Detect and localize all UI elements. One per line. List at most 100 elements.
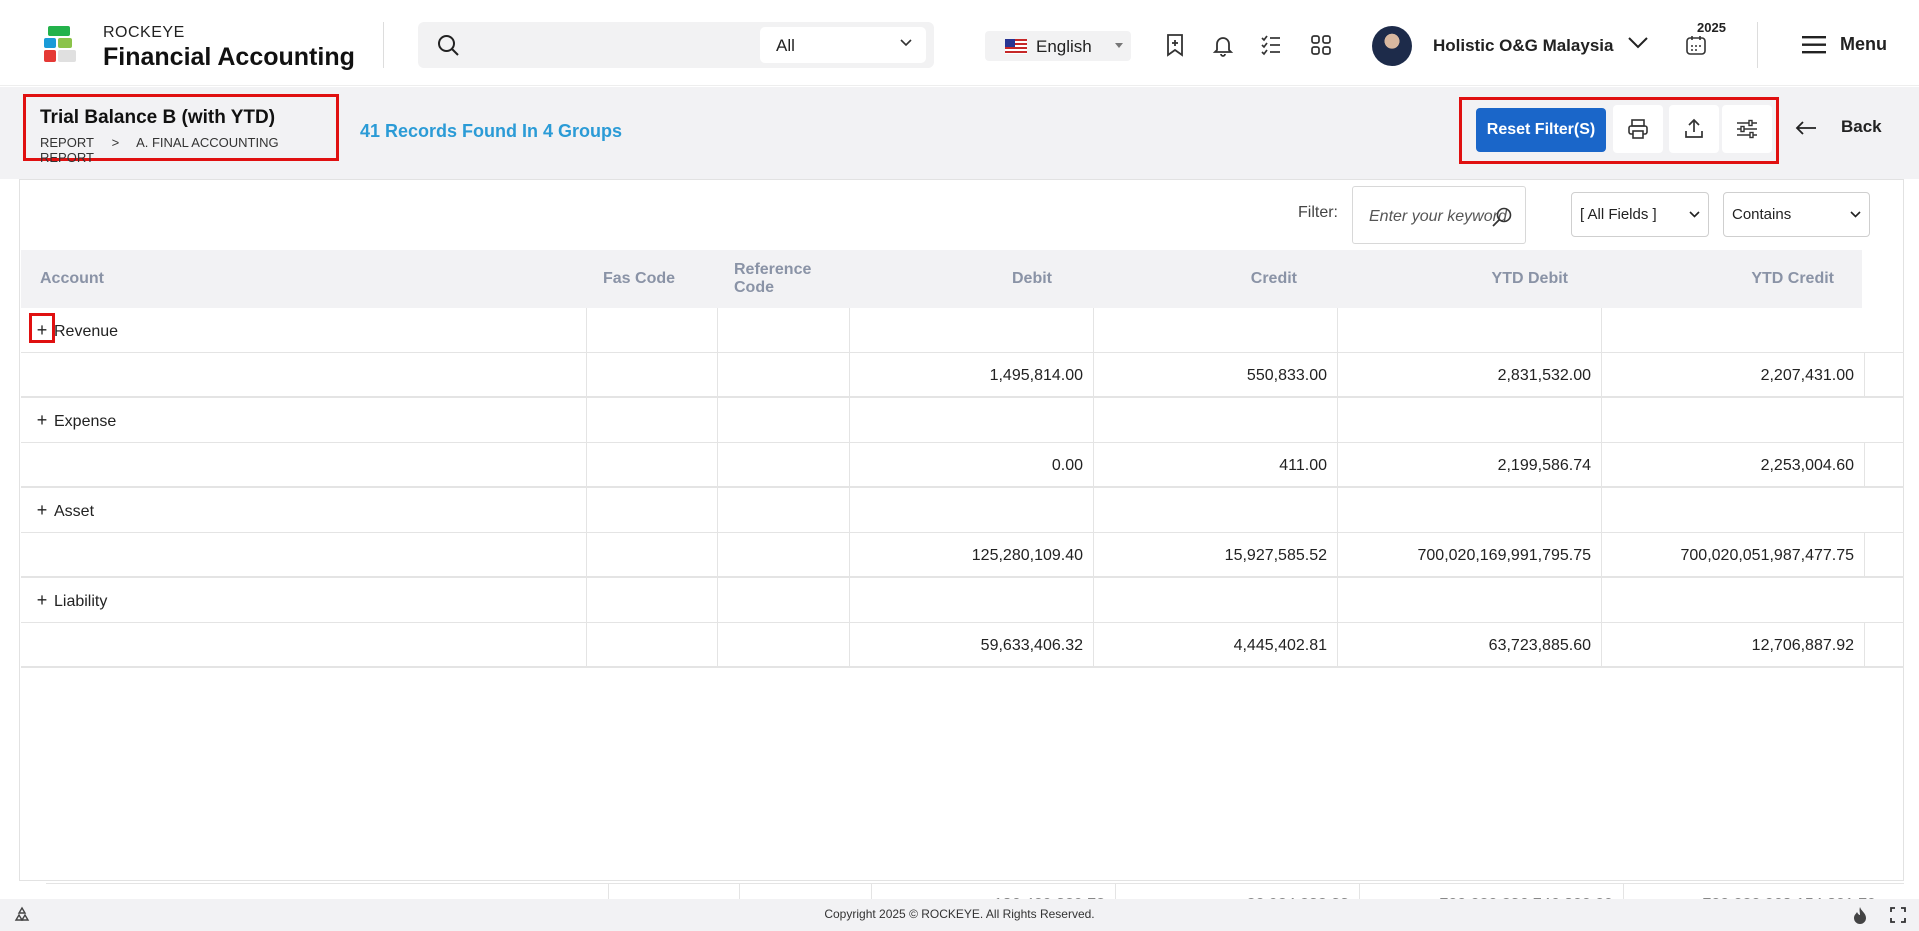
group-total-row: 1,495,814.00 550,833.00 2,831,532.00 2,2… — [21, 353, 1904, 398]
ytd-debit-total: 63,723,885.60 — [1337, 623, 1601, 668]
cell — [717, 443, 849, 488]
group-row-revenue[interactable]: + Revenue — [21, 308, 1904, 353]
search-icon[interactable] — [436, 33, 460, 57]
language-select[interactable]: English — [985, 31, 1131, 61]
ytd-credit-total: 700,020,051,987,477.75 — [1601, 533, 1864, 578]
cell — [1864, 533, 1904, 578]
us-flag-icon — [1005, 39, 1027, 54]
footer: Copyright 2025 © ROCKEYE. All Rights Res… — [0, 899, 1919, 931]
breadcrumb: REPORT > A. FINAL ACCOUNTING REPORT — [40, 135, 336, 165]
breadcrumb-item-report[interactable]: REPORT — [40, 135, 94, 150]
cell — [586, 533, 717, 578]
cell — [1093, 398, 1337, 443]
cell — [1601, 398, 1904, 443]
brand-subtitle: ROCKEYE — [103, 24, 185, 41]
column-header-debit[interactable]: Debit — [781, 250, 1052, 308]
company-name[interactable]: Holistic O&G Malaysia — [1433, 36, 1613, 56]
cell — [849, 308, 1093, 353]
user-avatar[interactable] — [1372, 26, 1412, 66]
cell — [586, 623, 717, 668]
records-count: 41 Records Found In 4 Groups — [360, 121, 623, 141]
keyword-input[interactable]: Enter your keyword — [1352, 186, 1526, 244]
cell — [586, 443, 717, 488]
language-label: English — [1036, 37, 1092, 56]
export-button[interactable] — [1669, 105, 1719, 153]
group-row-expense[interactable]: + Expense — [21, 398, 1904, 443]
group-name: Liability — [54, 593, 108, 610]
cell — [1337, 488, 1601, 533]
bookmark-add-icon[interactable] — [1163, 33, 1187, 57]
expand-highlight — [29, 313, 55, 343]
search-icon[interactable] — [1491, 206, 1513, 228]
field-select[interactable]: [ All Fields ] — [1571, 192, 1709, 237]
column-header-fas-code[interactable]: Fas Code — [603, 250, 713, 308]
expand-icon[interactable]: + — [35, 590, 49, 611]
debit-total: 125,280,109.40 — [849, 533, 1093, 578]
search-scope-value: All — [776, 36, 795, 55]
expand-icon[interactable]: + — [35, 410, 49, 431]
apps-grid-icon[interactable] — [1309, 33, 1333, 57]
cell — [586, 398, 717, 443]
cell — [849, 488, 1093, 533]
group-label: + Asset — [35, 500, 94, 521]
fullscreen-icon[interactable] — [1889, 906, 1907, 924]
ytd-debit-total: 2,831,532.00 — [1337, 353, 1601, 398]
group-name: Revenue — [54, 323, 119, 340]
chevron-down-icon — [1850, 211, 1861, 218]
filter-label: Filter: — [1298, 204, 1338, 221]
credit-total: 411.00 — [1093, 443, 1337, 488]
column-header-ytd-debit[interactable]: YTD Debit — [1311, 250, 1568, 308]
reset-filters-button[interactable]: Reset Filter(S) — [1476, 108, 1606, 152]
back-label: Back — [1841, 117, 1882, 136]
divider — [383, 22, 384, 68]
cell — [1864, 353, 1904, 398]
cell — [1601, 578, 1904, 623]
cell — [1093, 308, 1337, 353]
cell — [717, 398, 849, 443]
group-row-asset[interactable]: + Asset — [21, 488, 1904, 533]
group-row-liability[interactable]: + Liability — [21, 578, 1904, 623]
global-search[interactable]: All — [418, 22, 934, 68]
credit-total: 4,445,402.81 — [1093, 623, 1337, 668]
column-settings-button[interactable] — [1722, 105, 1772, 153]
cell — [717, 578, 849, 623]
keyword-placeholder: Enter your keyword — [1369, 208, 1507, 225]
rockeye-logo[interactable] — [42, 24, 82, 66]
brand-title: Financial Accounting — [103, 43, 355, 71]
group-total-row: 125,280,109.40 15,927,585.52 700,020,169… — [21, 533, 1904, 578]
ytd-credit-total: 12,706,887.92 — [1601, 623, 1864, 668]
cell — [1601, 488, 1904, 533]
operator-select[interactable]: Contains — [1723, 192, 1870, 237]
cell — [586, 353, 717, 398]
group-total-row: 0.00 411.00 2,199,586.74 2,253,004.60 — [21, 443, 1904, 488]
cell — [1337, 578, 1601, 623]
filter-bar: Filter: Enter your keyword [ All Fields … — [20, 180, 1905, 250]
expand-icon[interactable]: + — [35, 500, 49, 521]
credit-total: 550,833.00 — [1093, 353, 1337, 398]
cell — [717, 623, 849, 668]
flame-icon[interactable] — [1852, 906, 1868, 924]
arrow-left-icon — [1795, 121, 1816, 135]
chevron-down-icon[interactable] — [1627, 36, 1649, 50]
bell-icon[interactable] — [1211, 33, 1235, 57]
cell — [717, 308, 849, 353]
column-header-account[interactable]: Account — [40, 250, 460, 308]
column-header-credit[interactable]: Credit — [1051, 250, 1297, 308]
breadcrumb-separator: > — [111, 135, 120, 150]
fiscal-year-selector[interactable]: 2025 — [1683, 20, 1727, 64]
debit-total: 1,495,814.00 — [849, 353, 1093, 398]
group-name: Expense — [54, 413, 117, 430]
cell — [586, 578, 717, 623]
group-label: + Expense — [35, 410, 117, 431]
caret-down-icon — [1115, 43, 1123, 48]
checklist-icon[interactable] — [1259, 33, 1283, 57]
ytd-debit-total: 700,020,169,991,795.75 — [1337, 533, 1601, 578]
column-header-ytd-credit[interactable]: YTD Credit — [1581, 250, 1834, 308]
cell — [1864, 623, 1904, 668]
group-total-row: 59,633,406.32 4,445,402.81 63,723,885.60… — [21, 623, 1904, 668]
print-button[interactable] — [1613, 105, 1663, 153]
field-select-value: [ All Fields ] — [1580, 206, 1657, 223]
search-scope-select[interactable]: All — [760, 27, 926, 63]
cell — [717, 533, 849, 578]
group-name: Asset — [54, 503, 95, 520]
